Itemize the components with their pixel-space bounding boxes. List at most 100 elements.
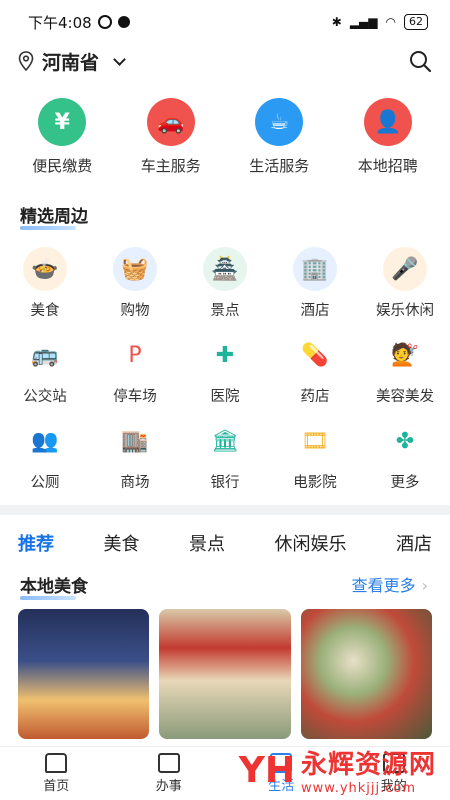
tab-0[interactable]: 推荐 [18,530,54,556]
service-icon: 👤 [363,98,412,146]
nearby-item-0[interactable]: 🍲 美食 [0,247,90,333]
nav-item-1[interactable]: 办事 [124,753,214,794]
nearby-label: 酒店 [300,303,330,319]
nearby-item-3[interactable]: 🏢 酒店 [270,247,360,333]
nearby-label: 停车场 [113,389,157,405]
nearby-icon: 🏛 [203,419,247,463]
nearby-label: 美容美发 [376,389,434,405]
card-restaurant-3[interactable] [300,609,432,739]
chevron-down-icon [113,52,126,66]
restaurant-photo [159,609,291,739]
location-selector[interactable]: 河南省 [18,48,126,75]
nearby-icon: 🏬 [113,419,157,463]
wifi-icon: ◠ [385,15,396,29]
section-divider [0,505,450,515]
nearby-label: 银行 [210,475,240,491]
category-tabs: 推荐 美食 景点 休闲娱乐 酒店 [0,515,450,571]
service-item-1[interactable]: 🚗 车主服务 [121,98,221,176]
nearby-item-8[interactable]: 💊 药店 [270,333,360,419]
nearby-label: 公厕 [30,475,60,491]
nearby-label: 景点 [210,303,240,319]
nearby-item-4[interactable]: 🎤 娱乐休闲 [360,247,450,333]
nearby-icon: 🎤 [383,247,427,291]
service-icon: 🚗 [146,98,195,146]
tab-4[interactable]: 酒店 [396,530,432,556]
nearby-item-12[interactable]: 🏛 银行 [180,419,270,505]
province-label: 河南省 [42,51,100,74]
nearby-item-9[interactable]: 💇 美容美发 [360,333,450,419]
service-label: 车主服务 [140,157,201,175]
nearby-item-14[interactable]: ✤ 更多 [360,419,450,505]
nav-item-0[interactable]: 首页 [11,753,101,794]
nearby-icon: ✤ [383,419,427,463]
nearby-item-10[interactable]: 👥 公厕 [0,419,90,505]
nearby-label: 电影院 [293,475,337,491]
nearby-icon: ✚ [203,333,247,377]
bluetooth-icon: ✱ [331,15,342,29]
service-label: 本地招聘 [357,157,418,175]
nearby-label: 商场 [120,475,150,491]
quick-services: ¥ 便民缴费 🚗 车主服务 ☕ 生活服务 👤 本地招聘 [0,78,450,176]
nav-label: 首页 [43,779,70,794]
nearby-label: 医院 [210,389,240,405]
nearby-icon: 🎞 [293,419,337,463]
location-pin-icon [18,51,34,71]
nearby-icon: 🧺 [113,247,157,291]
notification-icon [117,16,130,28]
nearby-icon: P [113,333,157,377]
nearby-section: 精选周边 🍲 美食 🧺 购物 🏯 景点 🏢 酒店 🎤 娱乐休闲 🚌 公交站 P 停车场 ✚ 医院 💊 药店 💇 美容美… [0,202,450,505]
location-bar: 河南省 [0,44,450,78]
service-label: 便民缴费 [32,157,93,175]
nearby-icon: 🍲 [23,247,67,291]
search-icon[interactable] [408,49,432,73]
restaurant-photo [300,609,432,739]
nav-label: 办事 [155,779,182,794]
service-label: 生活服务 [249,157,310,175]
service-item-2[interactable]: ☕ 生活服务 [229,98,329,176]
building-icon [157,753,180,773]
nearby-label: 公交站 [23,389,67,405]
service-icon: ¥ [38,98,87,146]
status-bar: 下午4:08 ✱ ▂▄▆ ◠ 62 [0,0,450,44]
battery-icon: 62 [404,14,428,30]
nearby-item-11[interactable]: 🏬 商场 [90,419,180,505]
nearby-item-6[interactable]: P 停车场 [90,333,180,419]
view-more-link[interactable]: 查看更多 [352,572,450,596]
section-title-local-food: 本地美食 [0,572,108,600]
status-time: 下午4:08 [28,13,92,32]
nearby-icon: 💊 [293,333,337,377]
service-icon: ☕ [255,98,304,146]
nearby-icon: 💇 [383,333,427,377]
watermark-name: 永辉资源网 [300,750,436,780]
nearby-item-7[interactable]: ✚ 医院 [180,333,270,419]
nearby-icon: 🚌 [23,333,67,377]
nearby-label: 娱乐休闲 [376,303,434,319]
nearby-grid: 🍲 美食 🧺 购物 🏯 景点 🏢 酒店 🎤 娱乐休闲 🚌 公交站 P 停车场 ✚ 医院 💊 药店 💇 美容美发 👥 公厕 🏬… [0,247,450,505]
tab-3[interactable]: 休闲娱乐 [275,530,347,556]
nearby-item-5[interactable]: 🚌 公交站 [0,333,90,419]
alarm-icon [97,15,112,29]
nearby-icon: 👥 [23,419,67,463]
tab-1[interactable]: 美食 [104,530,140,556]
service-item-3[interactable]: 👤 本地招聘 [338,98,438,176]
nearby-item-1[interactable]: 🧺 购物 [90,247,180,333]
watermark-logo: YH [238,749,295,791]
home-icon [45,753,68,773]
tab-2[interactable]: 景点 [189,530,225,556]
restaurant-cards [0,597,450,739]
service-item-0[interactable]: ¥ 便民缴费 [12,98,112,176]
restaurant-photo [18,609,150,739]
nearby-item-2[interactable]: 🏯 景点 [180,247,270,333]
nearby-item-13[interactable]: 🎞 电影院 [270,419,360,505]
nearby-icon: 🏢 [293,247,337,291]
nearby-label: 更多 [390,475,420,491]
nearby-label: 购物 [120,303,150,319]
card-restaurant-1[interactable] [18,609,150,739]
local-food-header: 本地美食 查看更多 [0,571,450,600]
card-restaurant-2[interactable] [159,609,291,739]
section-title-nearby: 精选周边 [0,202,108,230]
watermark-url: www.yhkjjj.com [300,781,417,796]
watermark: YH 永辉资源网 www.yhkjjj.com [238,744,436,797]
nearby-label: 药店 [300,389,330,405]
nearby-icon: 🏯 [203,247,247,291]
